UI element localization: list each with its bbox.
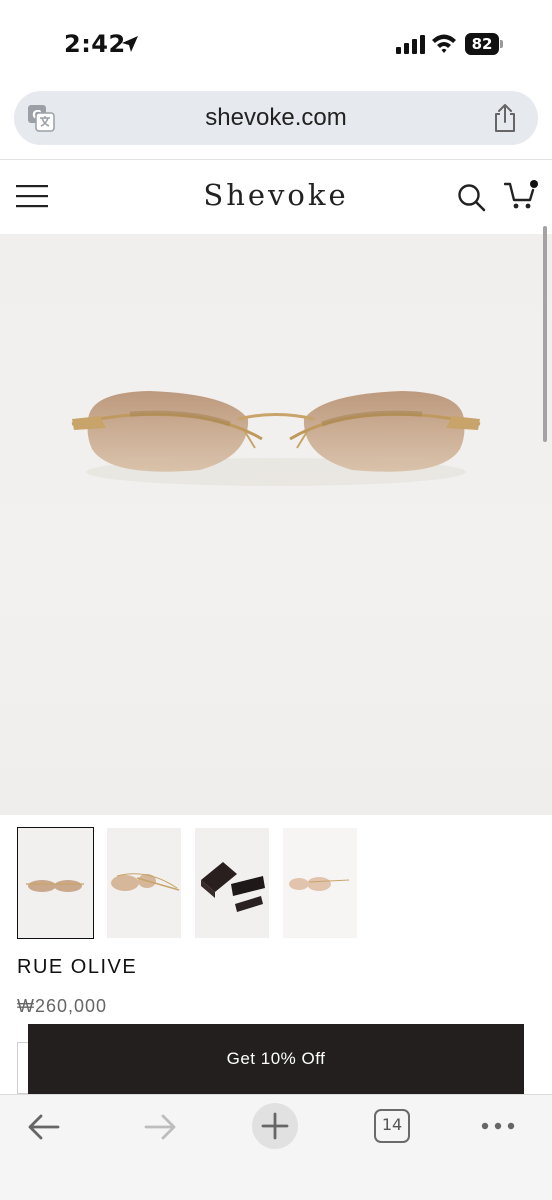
share-icon[interactable] — [492, 103, 518, 133]
back-icon[interactable] — [26, 1111, 62, 1143]
product-price: ₩260,000 — [17, 996, 108, 1016]
signal-icon — [396, 35, 425, 54]
url-text[interactable]: shevoke.com — [14, 91, 538, 145]
battery-icon: 82 — [465, 33, 503, 55]
promo-button[interactable]: Get 10% Off — [28, 1024, 524, 1094]
location-arrow-icon — [122, 36, 138, 52]
battery-level: 82 — [465, 33, 499, 55]
cart-icon[interactable] — [504, 180, 540, 212]
product-image[interactable] — [0, 234, 552, 815]
wifi-icon — [432, 34, 456, 53]
browser-toolbar: 14 — [0, 1094, 552, 1200]
status-bar: 2:42 82 — [0, 0, 552, 88]
address-bar[interactable]: G shevoke.com — [14, 91, 538, 145]
thumbnail-4[interactable] — [283, 828, 357, 938]
status-time: 2:42 — [64, 30, 126, 58]
thumbnail-front-image — [26, 880, 84, 892]
sunglasses-image — [71, 391, 481, 486]
search-icon[interactable] — [456, 182, 486, 212]
thumbnail-case-image — [201, 862, 265, 912]
thumbnail-1[interactable] — [17, 827, 94, 939]
plus-icon — [261, 1112, 289, 1140]
forward-icon[interactable] — [142, 1111, 178, 1143]
tabs-icon[interactable]: 14 — [374, 1109, 410, 1143]
site-header: Shevoke — [0, 160, 552, 234]
thumbnail-angle-image — [289, 877, 350, 891]
thumbnail-side-image — [111, 873, 180, 891]
product-name: RUE OLIVE — [17, 956, 138, 978]
scrollbar[interactable] — [543, 226, 547, 442]
more-icon[interactable] — [480, 1121, 516, 1131]
new-tab-button[interactable] — [252, 1103, 298, 1149]
thumbnail-3[interactable] — [195, 828, 269, 938]
thumbnail-2[interactable] — [107, 828, 181, 938]
